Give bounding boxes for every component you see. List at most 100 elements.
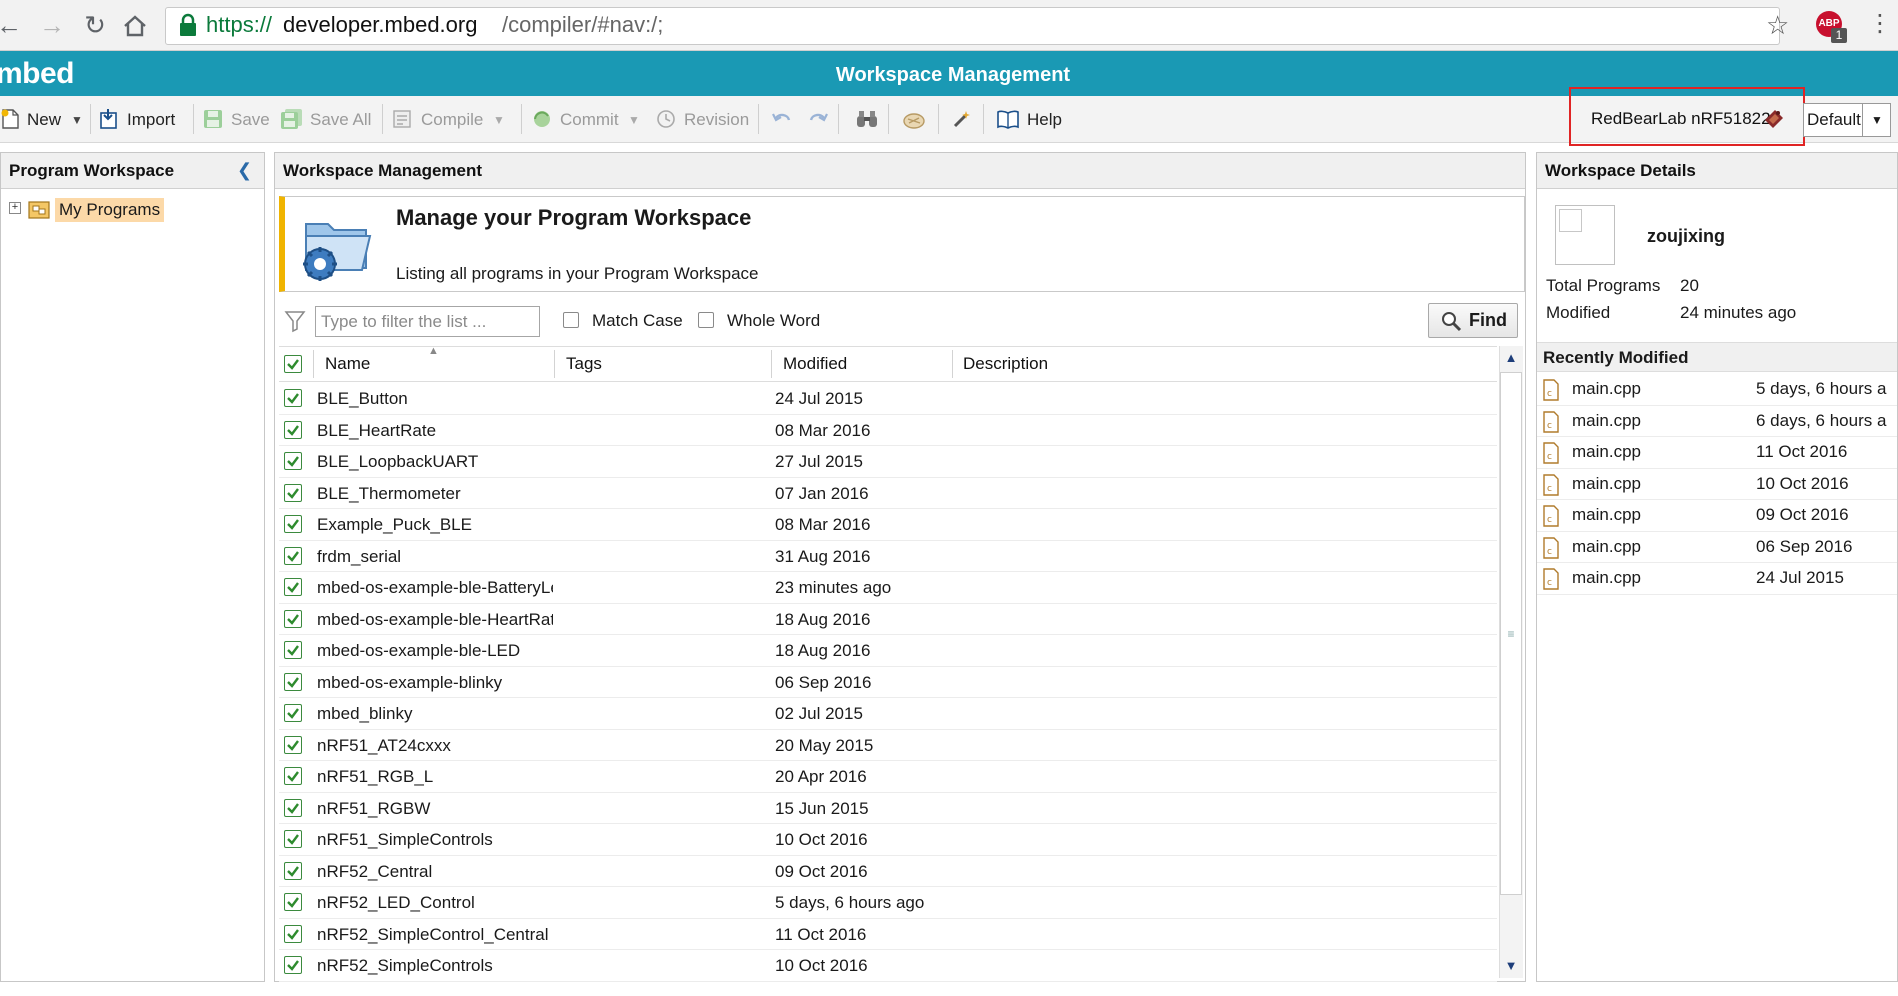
board-icon [1762, 107, 1786, 131]
back-icon[interactable]: ← [0, 8, 26, 42]
reload-icon[interactable]: ↻ [78, 8, 112, 42]
compile-button[interactable]: Compile [421, 104, 483, 136]
chevron-down-icon[interactable]: ▼ [1862, 103, 1891, 137]
checkbox-checked-icon[interactable] [284, 704, 302, 722]
whole-word-label: Whole Word [727, 311, 821, 330]
program-name[interactable]: nRF52_Central [317, 860, 553, 884]
checkbox-checked-icon[interactable] [284, 578, 302, 596]
star-icon[interactable]: ☆ [1766, 11, 1789, 39]
binoculars-icon[interactable] [855, 108, 877, 130]
recent-file-name[interactable]: main.cpp [1572, 472, 1641, 496]
checkbox-checked-icon[interactable] [284, 452, 302, 470]
checkbox-checked-icon[interactable] [284, 672, 302, 691]
program-modified: 24 Jul 2015 [775, 389, 863, 408]
recent-file-modified: 09 Oct 2016 [1756, 505, 1849, 524]
program-modified: 10 Oct 2016 [775, 956, 868, 975]
program-name[interactable]: nRF52_SimpleControl_Central [317, 923, 553, 947]
program-name[interactable]: mbed-os-example-blinky [317, 671, 553, 695]
import-button[interactable]: Import [127, 104, 175, 136]
help-button[interactable]: Help [1027, 104, 1062, 136]
recent-file-name[interactable]: main.cpp [1572, 409, 1641, 433]
checkbox-checked-icon[interactable] [284, 767, 302, 785]
program-name[interactable]: frdm_serial [317, 545, 553, 569]
filter-input[interactable] [315, 306, 540, 337]
checkbox-checked-icon[interactable] [284, 735, 302, 754]
checkbox-checked-icon[interactable] [284, 546, 302, 565]
cpp-file-icon: c [1542, 442, 1560, 464]
target-device-button[interactable]: RedBearLab nRF51822 [1591, 104, 1771, 134]
program-name[interactable]: BLE_LoopbackUART [317, 450, 553, 474]
select-all-checkbox[interactable] [284, 355, 302, 373]
collapse-icon[interactable]: ❮ [237, 159, 252, 181]
undo-icon[interactable] [771, 108, 793, 130]
checkbox-checked-icon[interactable] [284, 641, 302, 659]
sort-ascending-icon: ▲ [428, 345, 439, 357]
save-button[interactable]: Save [231, 104, 270, 136]
recent-file-name[interactable]: main.cpp [1572, 440, 1641, 464]
program-name[interactable]: nRF51_SimpleControls [317, 828, 553, 852]
column-header-name[interactable]: Name [325, 352, 370, 376]
program-name[interactable]: nRF51_RGB_L [317, 765, 553, 789]
recent-file-name[interactable]: main.cpp [1572, 535, 1641, 559]
program-modified: 27 Jul 2015 [775, 452, 863, 471]
checkbox-checked-icon[interactable] [284, 515, 302, 533]
checkbox-checked-icon[interactable] [284, 893, 302, 911]
wand-icon[interactable] [951, 108, 973, 130]
program-name[interactable]: nRF51_AT24cxxx [317, 734, 553, 758]
checkbox-checked-icon[interactable] [284, 389, 302, 407]
program-name[interactable]: mbed-os-example-ble-HeartRate [317, 608, 553, 632]
save-all-button[interactable]: Save All [310, 104, 371, 136]
whole-word-checkbox[interactable] [698, 312, 714, 328]
checkbox-checked-icon[interactable] [284, 861, 302, 880]
format-icon[interactable] [902, 108, 925, 130]
checkbox-checked-icon[interactable] [284, 956, 302, 974]
program-name[interactable]: BLE_HeartRate [317, 419, 553, 443]
program-name[interactable]: mbed-os-example-ble-LED [317, 639, 553, 663]
program-name[interactable]: BLE_Button [317, 387, 553, 411]
column-header-description[interactable]: Description [963, 352, 1048, 376]
checkbox-checked-icon[interactable] [284, 420, 302, 439]
new-dropdown-chevron-icon[interactable]: ▼ [71, 104, 83, 136]
revision-button[interactable]: Revision [684, 104, 749, 136]
menu-icon[interactable]: ⋮ [1868, 10, 1892, 38]
forward-icon[interactable]: → [35, 8, 69, 42]
checkbox-checked-icon[interactable] [284, 483, 302, 502]
recent-file-modified: 06 Sep 2016 [1756, 536, 1853, 556]
column-header-modified[interactable]: Modified [783, 352, 847, 376]
program-name[interactable]: BLE_Thermometer [317, 482, 553, 506]
column-header-tags[interactable]: Tags [566, 352, 602, 376]
recent-file-name[interactable]: main.cpp [1572, 377, 1641, 401]
checkbox-checked-icon[interactable] [284, 609, 302, 628]
scroll-down-icon[interactable]: ▼ [1500, 955, 1522, 977]
home-icon[interactable] [122, 13, 148, 39]
program-name[interactable]: nRF51_RGBW [317, 797, 553, 821]
program-name[interactable]: nRF52_LED_Control [317, 891, 553, 915]
scroll-up-icon[interactable]: ▲ [1500, 347, 1522, 369]
program-name[interactable]: mbed-os-example-ble-BatteryLe [317, 576, 553, 600]
cpp-file-icon: c [1542, 379, 1560, 401]
toolbar-divider [838, 104, 839, 134]
tree-expand-icon[interactable]: + [9, 202, 21, 214]
program-name[interactable]: Example_Puck_BLE [317, 513, 553, 537]
match-case-checkbox[interactable] [563, 312, 579, 328]
redo-icon[interactable] [807, 108, 829, 130]
checkbox-checked-icon[interactable] [284, 798, 302, 817]
new-button[interactable]: New [27, 104, 61, 136]
recent-file-name[interactable]: main.cpp [1572, 503, 1641, 527]
commit-dropdown-chevron-icon[interactable]: ▼ [628, 104, 640, 136]
program-name[interactable]: mbed_blinky [317, 702, 553, 726]
recent-file-name[interactable]: main.cpp [1572, 566, 1641, 590]
program-name[interactable]: nRF52_SimpleControls [317, 954, 553, 978]
checkbox-checked-icon[interactable] [284, 830, 302, 848]
svg-text:c: c [1547, 547, 1552, 557]
recent-file-modified: 11 Oct 2016 [1756, 442, 1848, 461]
svg-text:c: c [1547, 484, 1552, 494]
compile-dropdown-chevron-icon[interactable]: ▼ [493, 104, 505, 136]
checkbox-checked-icon[interactable] [284, 924, 302, 943]
svg-text:c: c [1547, 515, 1552, 525]
tree-item-my-programs[interactable]: My Programs [55, 198, 165, 222]
commit-button[interactable]: Commit [560, 104, 619, 136]
program-modified: 31 Aug 2016 [775, 546, 871, 566]
program-workspace-panel: Program Workspace [0, 152, 265, 982]
program-modified: 07 Jan 2016 [775, 483, 869, 503]
